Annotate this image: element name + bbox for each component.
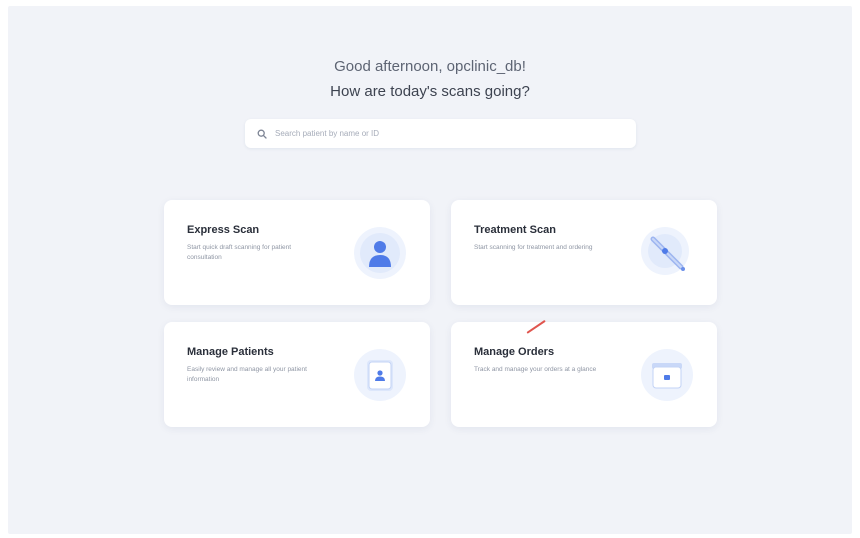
patient-file-icon xyxy=(352,347,408,403)
card-description: Start quick draft scanning for patient c… xyxy=(187,244,292,261)
card-title: Manage Patients xyxy=(187,346,274,358)
express-scan-card[interactable]: Express Scan Start quick draft scanning … xyxy=(164,200,430,305)
orders-box-icon xyxy=(639,347,695,403)
treatment-scan-card[interactable]: Treatment Scan Start scanning for treatm… xyxy=(451,200,717,305)
greeting-subtitle: How are today's scans going? xyxy=(330,83,530,100)
manage-orders-card[interactable]: Manage Orders Track and manage your orde… xyxy=(451,322,717,427)
card-description: Start scanning for treatment and orderin… xyxy=(474,244,593,251)
card-title: Manage Orders xyxy=(474,346,555,358)
card-description: Track and manage your orders at a glance xyxy=(474,366,597,373)
search-bar[interactable] xyxy=(245,119,636,148)
card-title: Express Scan xyxy=(187,224,260,236)
scanner-icon xyxy=(639,225,695,281)
app-background: Good afternoon, opclinic_db! How are tod… xyxy=(8,6,852,534)
card-description: Easily review and manage all your patien… xyxy=(187,366,307,383)
search-icon xyxy=(256,128,268,140)
search-input[interactable] xyxy=(275,129,615,138)
manage-patients-card[interactable]: Manage Patients Easily review and manage… xyxy=(164,322,430,427)
person-icon xyxy=(352,225,408,281)
greeting-title: Good afternoon, opclinic_db! xyxy=(334,58,526,75)
card-title: Treatment Scan xyxy=(474,224,556,236)
